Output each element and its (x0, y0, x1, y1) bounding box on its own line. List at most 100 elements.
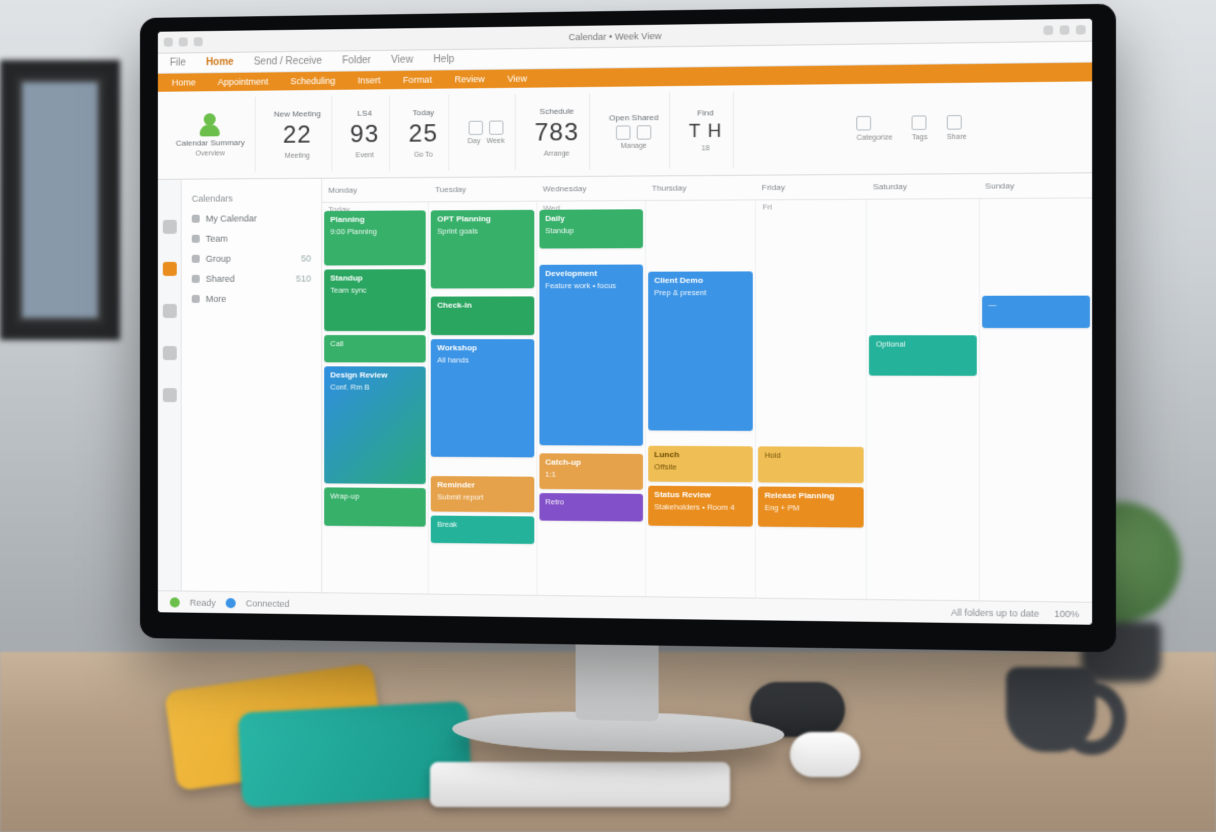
calendar-event[interactable]: Check-in (431, 296, 534, 335)
calendar-event[interactable]: Optional (869, 335, 976, 375)
calendar-col-sat[interactable]: Optional (867, 199, 979, 600)
close-icon[interactable] (1076, 25, 1086, 35)
calendar-event[interactable]: Hold (758, 447, 864, 483)
event-meta: — (988, 299, 1083, 309)
qat-save-icon[interactable] (164, 38, 173, 47)
event-title: Standup (330, 273, 420, 283)
ribbon-group-new-meeting[interactable]: New Meeting 22 Meeting (264, 96, 332, 172)
menu-help[interactable]: Help (433, 54, 454, 65)
ribbon-tab-home[interactable]: Home (172, 77, 196, 87)
calendar-event[interactable]: Client DemoPrep & present (648, 272, 753, 431)
calendar-col-thu[interactable]: Client DemoPrep & present LunchOffsite Sta… (646, 200, 756, 597)
day-header-sat[interactable]: Saturday (867, 181, 979, 191)
week-view-button[interactable] (489, 120, 503, 134)
calendar-col-wed[interactable]: Wed DailyStandupDevelopmentFeature work … (537, 201, 646, 596)
ribbon-group-today[interactable]: Today 25 Go To (399, 95, 450, 171)
calendar-event[interactable]: — (982, 295, 1090, 327)
sidebar-item-mycalendar[interactable]: My Calendar (192, 213, 311, 224)
new-meeting-top: New Meeting (274, 109, 321, 119)
calendar-event[interactable]: DailyStandup (539, 209, 643, 249)
calendar-event[interactable]: LunchOffsite (648, 446, 753, 482)
sidebar-count: 50 (301, 253, 311, 263)
today-label: Go To (414, 151, 433, 158)
day-header-fri[interactable]: Friday (755, 182, 866, 192)
ribbon-tab-scheduling[interactable]: Scheduling (291, 76, 336, 87)
calendar-event[interactable]: WorkshopAll hands (431, 339, 534, 457)
status-zoom[interactable]: 100% (1054, 608, 1079, 619)
calendar-event[interactable]: Planning9:00 Planning (324, 210, 426, 265)
menu-sendreceive[interactable]: Send / Receive (254, 56, 322, 68)
sidebar-item-more[interactable]: More (192, 294, 311, 304)
open-shared-button[interactable] (616, 125, 631, 139)
day-header-wed[interactable]: Wednesday (537, 184, 646, 194)
ribbon-tab-insert[interactable]: Insert (358, 75, 381, 85)
day-view-button[interactable] (469, 120, 483, 134)
menu-view[interactable]: View (391, 55, 413, 66)
monitor-bezel: Calendar • Week View File Home Send / Re… (140, 4, 1116, 653)
qat-undo-icon[interactable] (179, 37, 188, 46)
sidebar-item-group[interactable]: Group 50 (192, 253, 311, 263)
calendar-event[interactable]: Catch-up1:1 (539, 453, 643, 489)
ribbon-tab-view[interactable]: View (507, 73, 527, 83)
calendar-event[interactable]: Call (324, 335, 426, 362)
day-header-sun[interactable]: Sunday (979, 181, 1092, 191)
wall-picture (0, 60, 120, 340)
ribbon-tab-review[interactable]: Review (454, 74, 484, 85)
calendar-col-sun[interactable]: — (980, 198, 1092, 601)
status-connected: Connected (246, 598, 290, 609)
calendar-col-mon[interactable]: Today Planning9:00 PlanningStandupTeam s… (322, 202, 429, 593)
app-window: Calendar • Week View File Home Send / Re… (158, 19, 1092, 625)
event-meta: Team sync (330, 285, 420, 295)
sidebar-item-team[interactable]: Team (192, 233, 311, 244)
nav-people-icon[interactable] (162, 304, 176, 318)
event-meta: Break (437, 519, 527, 529)
ribbon-group-new-event[interactable]: LS4 93 Event (340, 95, 390, 171)
calendar-event[interactable]: DevelopmentFeature work • focus (539, 264, 643, 446)
day-header-thu[interactable]: Thursday (646, 183, 756, 193)
calendar-groups-button[interactable] (637, 125, 652, 139)
categorize-button[interactable]: Categorize (857, 116, 893, 142)
calendar-event[interactable]: OPT PlanningSprint goals (431, 210, 534, 289)
today-num: 25 (409, 120, 438, 149)
qat-redo-icon[interactable] (194, 37, 203, 46)
sidebar-label: Team (206, 234, 228, 244)
day-header-tue[interactable]: Tuesday (429, 184, 537, 194)
calendar-event[interactable]: Wrap-up (324, 487, 426, 527)
ribbon-tab-appointment[interactable]: Appointment (218, 76, 269, 87)
share-button[interactable]: Share (947, 115, 967, 141)
calendar-event[interactable]: Break (431, 515, 534, 543)
tags-button[interactable]: Tags (912, 115, 928, 141)
new-event-num: 93 (350, 120, 379, 149)
new-meeting-label: Meeting (285, 152, 310, 159)
event-meta: Stakeholders • Room 4 (654, 502, 746, 512)
minimize-icon[interactable] (1043, 25, 1053, 35)
nav-mail-icon[interactable] (162, 220, 176, 234)
calendar-col-fri[interactable]: Fri HoldRelease PlanningEng + PM (756, 200, 867, 599)
sidebar-item-shared[interactable]: Shared 510 (192, 274, 311, 284)
ribbon-group-schedule[interactable]: Schedule 783 Arrange (524, 93, 590, 170)
find-r3: 18 (701, 145, 709, 152)
nav-tasks-icon[interactable] (162, 346, 176, 360)
ribbon-group-openshared[interactable]: Open Shared Manage (599, 92, 670, 169)
calendar-event[interactable]: Design ReviewConf. Rm B (324, 366, 426, 484)
calendar-col-tue[interactable]: OPT PlanningSprint goals Check-in Workshop… (429, 202, 537, 595)
nav-more-icon[interactable] (162, 388, 176, 402)
calendar-event[interactable]: Standup Team sync (324, 269, 426, 332)
ribbon-tab-format[interactable]: Format (403, 75, 432, 85)
person-icon[interactable] (199, 113, 221, 135)
calendar-event[interactable]: Retro (539, 493, 643, 521)
day-header-mon[interactable]: Monday (322, 185, 429, 195)
calendar-event[interactable]: Status ReviewStakeholders • Room 4 (648, 486, 753, 526)
nav-calendar-icon[interactable] (162, 262, 176, 276)
menu-file[interactable]: File (170, 57, 186, 68)
calendar-event[interactable]: Release PlanningEng + PM (758, 486, 864, 527)
menu-folder[interactable]: Folder (342, 55, 371, 66)
ribbon-group-find[interactable]: Find T H 18 (678, 92, 733, 170)
week-label: Week (486, 137, 504, 144)
calendar-event[interactable]: ReminderSubmit report (431, 476, 534, 512)
calendar-grid[interactable]: Today Planning9:00 PlanningStandupTeam s… (322, 198, 1092, 601)
menu-home[interactable]: Home (206, 57, 234, 68)
categorize-label: Categorize (857, 134, 893, 142)
maximize-icon[interactable] (1060, 25, 1070, 35)
monitor-stand-neck (576, 638, 659, 721)
